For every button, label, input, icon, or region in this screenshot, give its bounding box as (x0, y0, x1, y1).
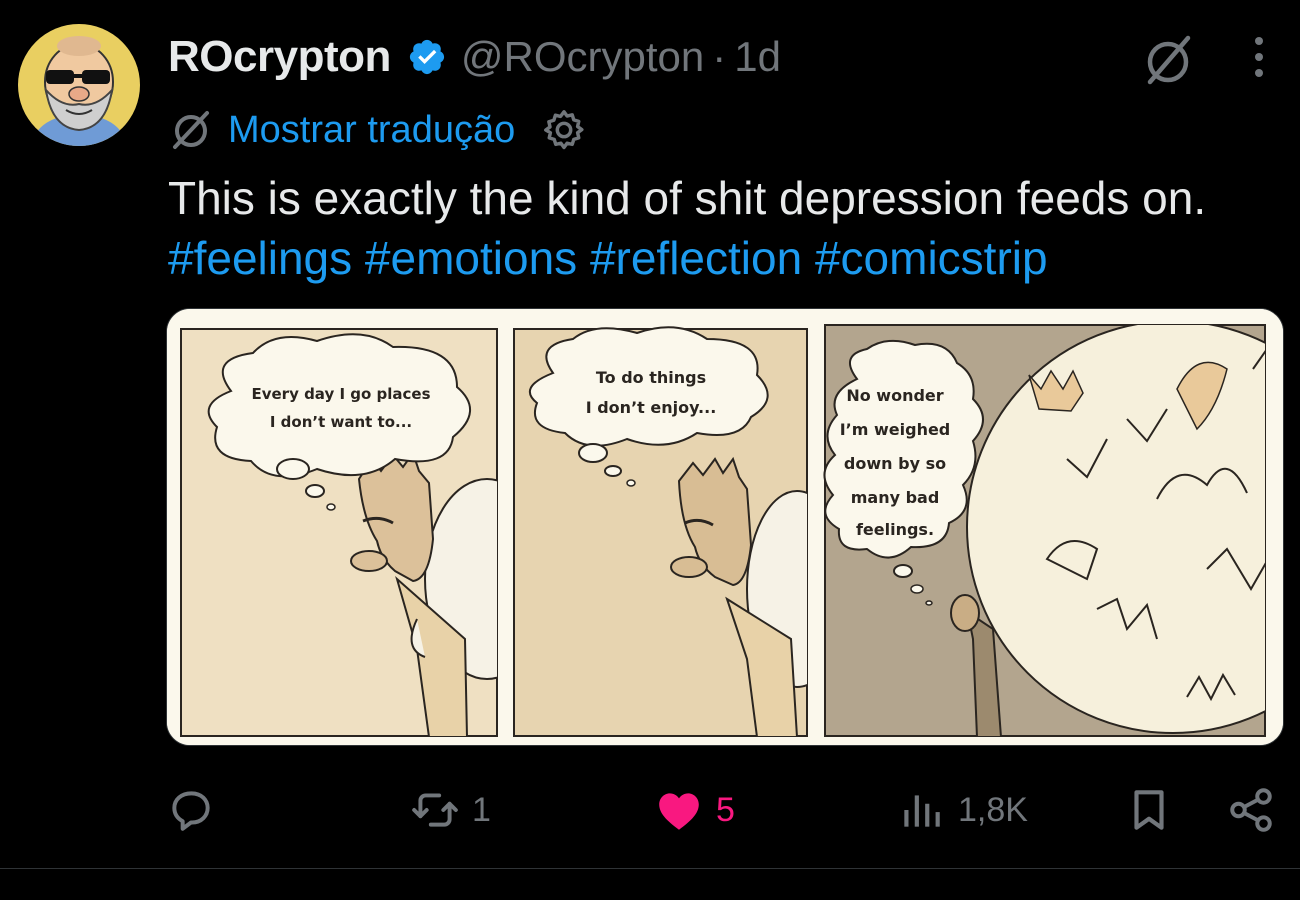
bookmark-icon (1134, 790, 1164, 830)
tweet-text: This is exactly the kind of shit depress… (168, 168, 1293, 288)
translate-row: Mostrar tradução (170, 104, 587, 156)
comic-text: I’m weighed (840, 420, 951, 439)
tweet-media-image[interactable]: Every day I go places I don’t want to...… (166, 308, 1284, 746)
reply-icon (172, 791, 210, 831)
comic-text: No wonder (846, 386, 943, 405)
action-bar: 1 5 1,8K (0, 770, 1300, 850)
thought-bubble-1 (207, 333, 472, 478)
comic-text: I don’t want to... (270, 413, 412, 431)
tweet-body: This is exactly the kind of shit depress… (168, 172, 1207, 224)
separator: · (712, 33, 727, 80)
comic-text: To do things (596, 368, 706, 387)
comic-text: feelings. (856, 520, 934, 539)
hashtag-link[interactable]: #comicstrip (815, 232, 1048, 284)
grok-icon[interactable] (1140, 32, 1196, 88)
hashtag-link[interactable]: #emotions (365, 232, 577, 284)
comic-strip: Every day I go places I don’t want to...… (167, 309, 1283, 745)
repost-button[interactable]: 1 (410, 780, 491, 840)
views-button[interactable]: 1,8K (896, 780, 1028, 840)
display-name[interactable]: ROcrypton (168, 32, 391, 82)
hashtag-link[interactable]: #feelings (168, 232, 352, 284)
comic-text: down by so (844, 454, 946, 473)
translate-icon (173, 111, 209, 149)
timestamp[interactable]: 1d (734, 33, 781, 81)
views-count: 1,8K (958, 790, 1028, 829)
verified-badge-icon[interactable] (407, 37, 447, 77)
handle[interactable]: @ROcrypton (461, 33, 704, 81)
views-icon (904, 795, 940, 827)
divider (0, 868, 1300, 869)
more-icon[interactable] (1244, 32, 1274, 82)
tweet-header: ROcrypton @ROcrypton · 1d (168, 30, 781, 84)
avatar[interactable] (18, 24, 140, 146)
bookmark-button[interactable] (1124, 780, 1174, 840)
like-count: 5 (716, 790, 735, 829)
comic-text: Every day I go places (251, 385, 430, 403)
repost-count: 1 (472, 790, 491, 829)
share-icon (1230, 788, 1272, 832)
share-button[interactable] (1226, 780, 1276, 840)
hashtag-link[interactable]: #reflection (590, 232, 802, 284)
settings-icon[interactable] (541, 107, 587, 153)
repost-icon (412, 793, 458, 827)
comic-text: I don’t enjoy... (586, 398, 717, 417)
like-button[interactable]: 5 (654, 780, 735, 840)
comic-text: many bad (851, 488, 940, 507)
show-translation-link[interactable]: Mostrar tradução (228, 109, 515, 152)
like-icon (659, 793, 699, 830)
reply-button[interactable] (166, 780, 228, 840)
